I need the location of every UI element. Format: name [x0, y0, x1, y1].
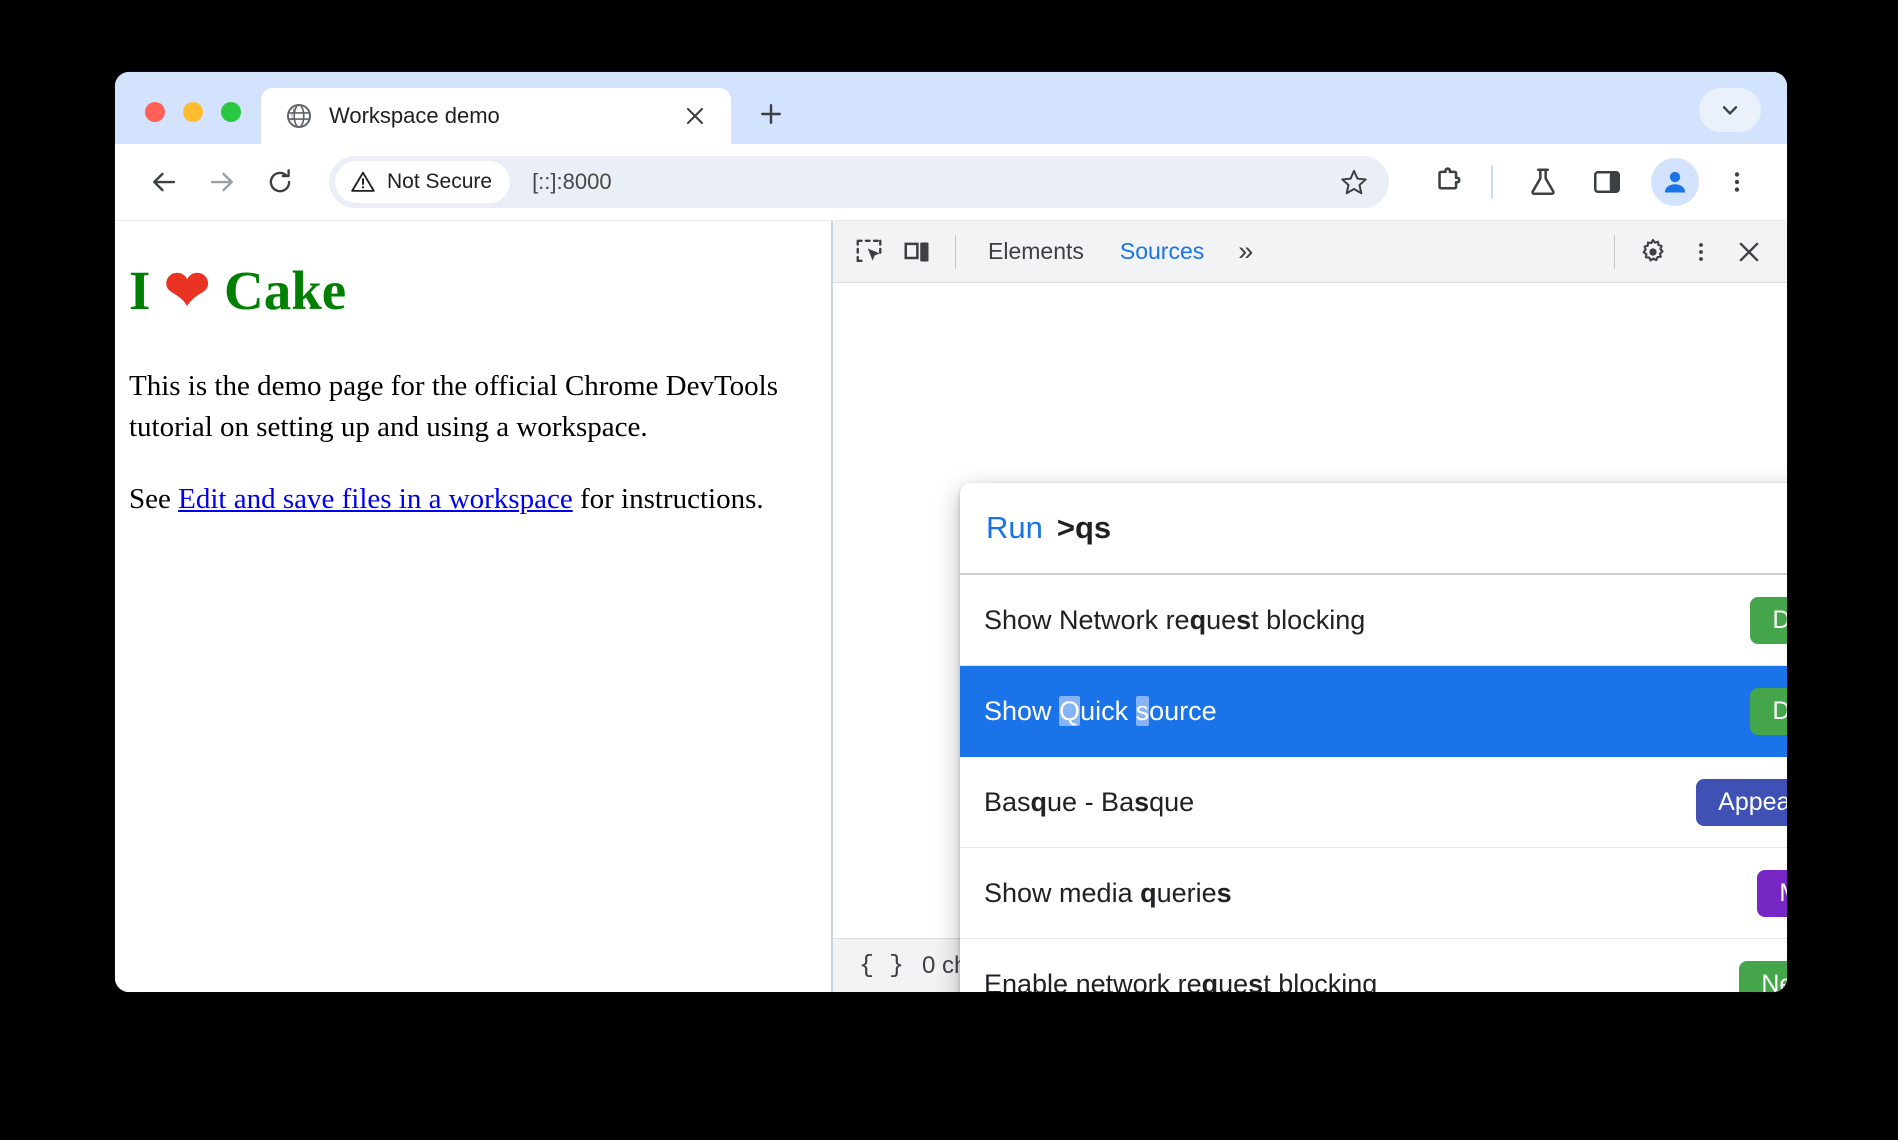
paragraph-2-before: See — [129, 482, 179, 515]
page-viewport: I ❤ Cake This is the demo page for the o… — [115, 221, 831, 992]
tab-search-button[interactable] — [1699, 88, 1761, 132]
command-menu-item[interactable]: Show Network request blocking Drawer — [960, 575, 1787, 666]
arrow-left-icon — [149, 167, 179, 197]
command-menu-item-label: Enable network request blocking — [984, 968, 1378, 993]
command-menu-item[interactable]: Basque - Basque Appearance — [960, 757, 1787, 848]
device-toolbar-button[interactable] — [893, 229, 941, 275]
command-menu-prefix-label: Run — [986, 510, 1043, 545]
back-button[interactable] — [137, 155, 191, 209]
devtools-settings-button[interactable] — [1629, 229, 1677, 275]
tab-title: Workspace demo — [329, 103, 500, 128]
command-menu-dialog: Run >qs Show Network request blocking Dra… — [960, 483, 1787, 992]
command-menu-item-label: Show media queries — [984, 877, 1232, 908]
command-menu-item-category-badge: Appearance — [1696, 778, 1787, 826]
tab-elements[interactable]: Elements — [970, 229, 1102, 275]
tab-sources[interactable]: Sources — [1102, 229, 1222, 275]
plus-icon — [757, 100, 785, 128]
command-menu-item-label: Basque - Basque — [984, 786, 1195, 817]
experiments-button[interactable] — [1517, 156, 1569, 208]
command-menu-item[interactable]: Enable network request blocking Network — [960, 939, 1787, 992]
command-menu-item-category-badge: Mobile — [1757, 869, 1787, 917]
three-dot-vertical-icon — [1689, 240, 1713, 264]
command-menu-item-category-badge: Drawer — [1750, 596, 1787, 644]
close-window-button[interactable] — [145, 102, 165, 122]
extensions-button[interactable] — [1423, 156, 1475, 208]
warning-triangle-icon — [350, 169, 376, 195]
content-area: I ❤ Cake This is the demo page for the o… — [115, 220, 1787, 992]
close-icon[interactable] — [679, 100, 711, 132]
reload-button[interactable] — [253, 155, 307, 209]
three-dot-vertical-icon — [1724, 169, 1750, 195]
command-menu-item[interactable]: Show Quick source Drawer — [960, 666, 1787, 757]
side-panel-icon — [1592, 167, 1622, 197]
puzzle-piece-icon — [1433, 166, 1465, 198]
inspect-element-icon — [854, 237, 884, 267]
command-menu-item-label: Show Quick source — [984, 695, 1217, 726]
arrow-right-icon — [207, 167, 237, 197]
devtools-more-options-button[interactable] — [1677, 229, 1725, 275]
page-paragraph-1: This is the demo page for the official C… — [129, 370, 778, 444]
device-toolbar-icon — [902, 237, 932, 267]
browser-toolbar: Not Secure [::]:8000 — [115, 144, 1787, 220]
gear-icon — [1638, 237, 1668, 267]
person-avatar-icon — [1660, 167, 1690, 197]
minimize-window-button[interactable] — [183, 102, 203, 122]
browser-window: Workspace demo Not Secure [::]:8000 I ❤ … — [115, 72, 1787, 992]
security-status-label: Not Secure — [387, 170, 493, 193]
command-menu-item-category-badge: Drawer — [1750, 687, 1787, 735]
toolbar-divider — [1491, 165, 1493, 199]
url-text[interactable]: [::]:8000 — [532, 169, 1331, 195]
command-menu-item-category-badge: Network — [1739, 960, 1787, 992]
devtools-toolbar: Elements Sources » — [833, 221, 1787, 283]
security-status-chip[interactable]: Not Secure — [335, 161, 511, 203]
tab-strip: Workspace demo — [115, 72, 1787, 144]
command-menu-input-row[interactable]: Run >qs — [960, 483, 1787, 575]
command-menu-list: Show Network request blockingDrawerShow … — [960, 575, 1787, 992]
window-traffic-lights — [133, 102, 261, 144]
workspace-doc-link[interactable]: Edit and save files in a workspace — [178, 483, 573, 515]
command-menu-item[interactable]: Show media queries Mobile — [960, 848, 1787, 939]
devtools-toolbar-divider-right — [1614, 234, 1615, 269]
profile-button[interactable] — [1651, 158, 1699, 206]
page-title: I ❤ Cake — [129, 259, 791, 322]
heart-icon: ❤ — [164, 260, 211, 321]
star-icon — [1339, 167, 1369, 197]
format-braces-icon[interactable]: { } — [859, 951, 904, 980]
browser-tab-workspace-demo[interactable]: Workspace demo — [261, 88, 731, 144]
flask-icon — [1527, 166, 1559, 198]
page-paragraph-2: See Edit and save files in a workspace f… — [129, 479, 791, 520]
new-tab-button[interactable] — [745, 88, 797, 140]
close-icon — [1735, 238, 1763, 266]
side-panel-button[interactable] — [1581, 156, 1633, 208]
globe-icon — [285, 102, 313, 130]
command-menu-query-text[interactable]: >qs — [1057, 510, 1111, 546]
paragraph-2-after: for instructions. — [572, 482, 764, 515]
page-title-suffix: Cake — [210, 260, 347, 321]
reload-icon — [265, 167, 295, 197]
forward-button[interactable] — [195, 155, 249, 209]
maximize-window-button[interactable] — [221, 102, 241, 122]
devtools-close-button[interactable] — [1725, 229, 1773, 275]
devtools-toolbar-divider — [955, 234, 956, 269]
command-menu-item-label: Show Network request blocking — [984, 604, 1366, 635]
inspect-element-button[interactable] — [845, 229, 893, 275]
page-title-prefix: I — [129, 260, 165, 321]
address-bar[interactable]: Not Secure [::]:8000 — [329, 156, 1389, 208]
bookmark-button[interactable] — [1331, 159, 1377, 205]
devtools-more-tabs-button[interactable]: » — [1222, 229, 1269, 275]
browser-menu-button[interactable] — [1711, 156, 1763, 208]
chevron-down-icon — [1717, 97, 1743, 123]
